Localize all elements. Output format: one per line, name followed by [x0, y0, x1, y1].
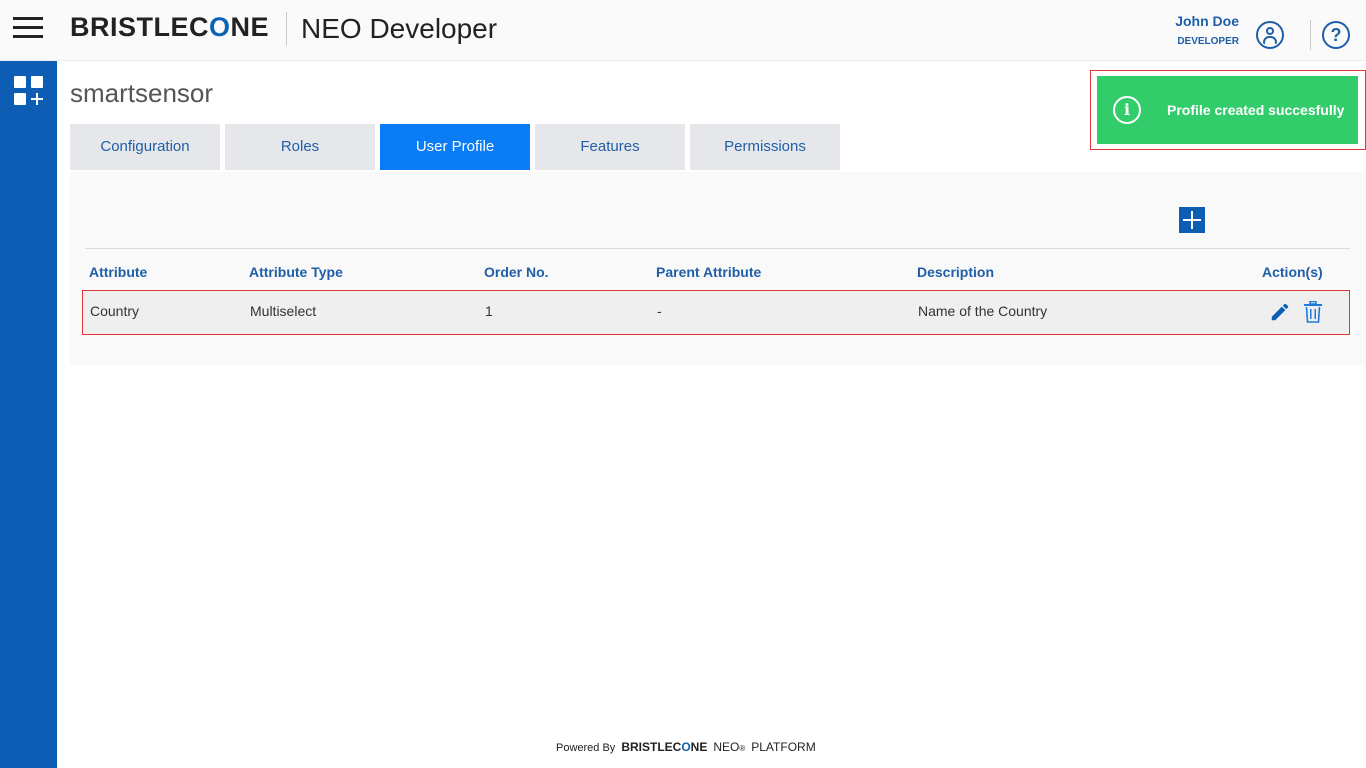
cell-description: Name of the Country: [918, 303, 1048, 319]
tab-permissions[interactable]: Permissions: [690, 124, 840, 170]
sidebar: [0, 61, 57, 768]
brand-logo: BRISTLECONE: [70, 12, 270, 42]
cell-attribute: Country: [90, 303, 140, 319]
column-header-order-no: Order No.: [484, 264, 549, 280]
footer-neo: NEO: [713, 740, 740, 754]
column-header-attribute-type: Attribute Type: [249, 264, 343, 280]
tab-roles[interactable]: Roles: [225, 124, 375, 170]
tab-features[interactable]: Features: [535, 124, 685, 170]
cell-parent-attribute: -: [657, 303, 662, 319]
cell-order-no: 1: [485, 303, 493, 319]
tab-configuration[interactable]: Configuration: [70, 124, 220, 170]
column-header-parent-attribute: Parent Attribute: [656, 264, 762, 280]
footer: Powered By BRISTLECONE NEO ® PLATFORM: [556, 740, 816, 754]
apps-add-icon[interactable]: [14, 76, 44, 106]
help-icon[interactable]: ?: [1322, 21, 1350, 49]
header-divider: [1310, 20, 1311, 50]
app-title: NEO Developer: [301, 13, 498, 44]
app-header: BRISTLECONE NEO Developer John Doe DEVEL…: [0, 0, 1366, 61]
add-attribute-button[interactable]: [1179, 207, 1205, 233]
column-header-description: Description: [917, 264, 995, 280]
column-header-actions: Action(s): [1262, 264, 1323, 280]
menu-icon[interactable]: [13, 16, 43, 40]
delete-icon[interactable]: [1303, 301, 1323, 323]
user-account-icon[interactable]: [1256, 21, 1284, 49]
table-row: Country Multiselect 1 - Name of the Coun…: [82, 290, 1350, 335]
tab-user-profile[interactable]: User Profile: [380, 124, 530, 170]
cell-attribute-type: Multiselect: [250, 303, 317, 319]
info-icon: i: [1113, 96, 1141, 124]
user-profile-panel: Attribute Attribute Type Order No. Paren…: [70, 172, 1366, 365]
table-divider: [85, 248, 1350, 249]
user-role: DEVELOPER: [1177, 36, 1239, 47]
header-divider: [286, 12, 287, 46]
column-header-attribute: Attribute: [89, 264, 148, 280]
footer-powered-by: Powered By: [556, 742, 616, 754]
page-title: smartsensor: [70, 78, 214, 108]
edit-icon[interactable]: [1269, 301, 1291, 323]
toast-message: Profile created succesfully: [1167, 102, 1345, 118]
user-name: John Doe: [1175, 13, 1239, 29]
footer-brand-logo: BRISTLECONE: [621, 740, 708, 754]
footer-platform: PLATFORM: [751, 740, 816, 754]
success-toast: i Profile created succesfully: [1097, 76, 1358, 144]
footer-reg-mark: ®: [739, 744, 746, 753]
tab-bar: Configuration Roles User Profile Feature…: [70, 124, 845, 170]
